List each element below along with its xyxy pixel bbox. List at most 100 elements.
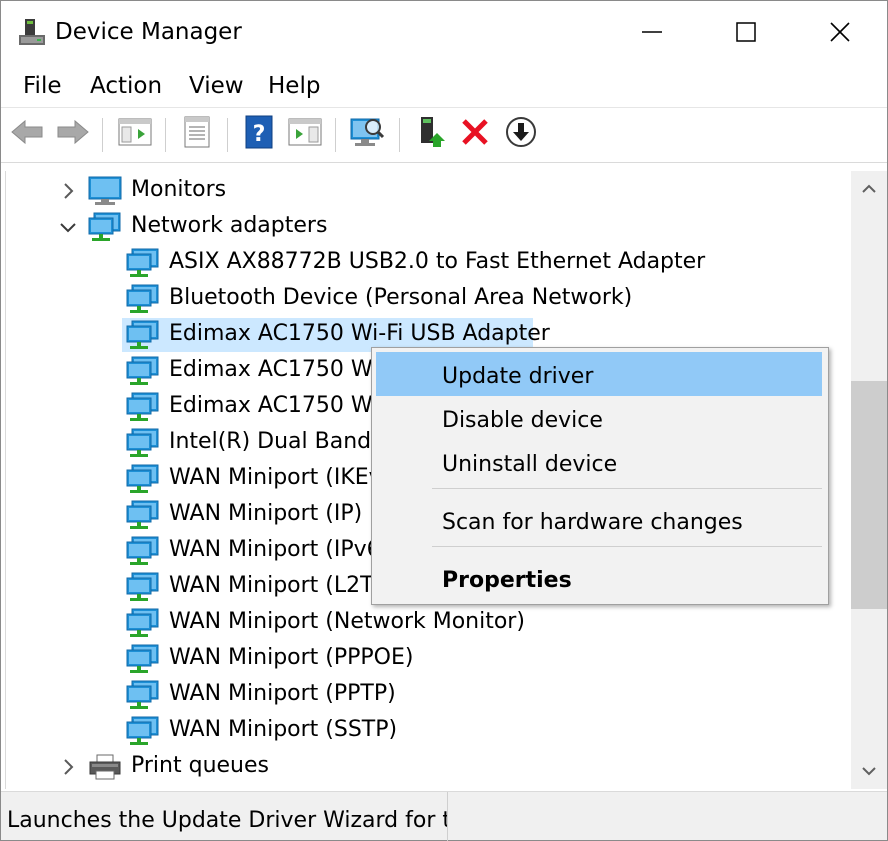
menu-file[interactable]: File — [23, 73, 62, 99]
network-adapter-icon — [126, 428, 160, 458]
device-manager-app-icon — [17, 17, 47, 49]
menu-view[interactable]: View — [189, 73, 244, 99]
tree-category-monitors[interactable]: Monitors — [6, 173, 851, 209]
menu-item-uninstall-device[interactable]: Uninstall device — [376, 440, 822, 484]
device-manager-window: Device Manager File Action View Help ? M… — [0, 0, 888, 841]
tree-category-label: Print queues — [131, 753, 269, 778]
show-action-pane-button[interactable] — [287, 116, 323, 152]
printer-icon — [88, 752, 122, 782]
network-adapter-icon — [126, 464, 160, 494]
maximize-icon — [735, 21, 757, 43]
update-driver-icon — [415, 115, 447, 153]
tree-category-network-adapters[interactable]: Network adapters — [6, 209, 851, 245]
tree-device-label: WAN Miniport (IP) — [169, 501, 363, 526]
menu-item-disable-device[interactable]: Disable device — [376, 396, 822, 440]
forward-button[interactable] — [55, 116, 91, 152]
chevron-right-icon[interactable] — [58, 181, 78, 201]
tree-device-label: Intel(R) Dual Band W — [169, 429, 400, 454]
tree-device-row[interactable]: WAN Miniport (PPPOE) — [6, 641, 851, 677]
toolbar-separator — [102, 118, 103, 152]
menu-item-label: Update driver — [442, 364, 594, 389]
menu-separator — [432, 546, 822, 547]
scrollbar-thumb[interactable] — [851, 381, 887, 609]
close-icon — [829, 21, 851, 43]
tree-category-print-queues[interactable]: Print queues — [6, 749, 851, 785]
help-icon: ? — [244, 115, 274, 153]
tree-device-label: WAN Miniport (PPTP) — [169, 681, 396, 706]
network-adapter-icon — [88, 212, 122, 242]
chevron-right-icon[interactable] — [58, 757, 78, 777]
menu-item-scan-hardware[interactable]: Scan for hardware changes — [376, 498, 822, 542]
network-adapter-icon — [126, 356, 160, 386]
network-adapter-icon — [126, 320, 160, 350]
tree-device-label: Bluetooth Device (Personal Area Network) — [169, 285, 633, 310]
tree-device-label: WAN Miniport (IKEv — [169, 465, 382, 490]
help-toolbar-button[interactable]: ? — [241, 115, 277, 153]
scan-hardware-button[interactable] — [349, 116, 385, 152]
toolbar-separator — [335, 118, 336, 152]
tree-device-label: WAN Miniport (IPv6 — [169, 537, 381, 562]
network-adapter-icon — [126, 392, 160, 422]
close-button[interactable] — [793, 1, 887, 63]
uninstall-toolbar-button[interactable] — [457, 116, 493, 152]
monitor-icon — [88, 176, 122, 206]
back-arrow-icon — [10, 119, 44, 149]
tree-device-label: WAN Miniport (L2TP — [169, 573, 387, 598]
tree-device-row[interactable]: WAN Miniport (SSTP) — [6, 713, 851, 749]
menu-action[interactable]: Action — [90, 73, 162, 99]
show-hide-console-tree-button[interactable] — [117, 116, 153, 152]
menu-item-label: Properties — [442, 568, 572, 593]
scroll-up-button[interactable] — [851, 171, 887, 207]
tree-device-label: WAN Miniport (SSTP) — [169, 717, 398, 742]
title-bar[interactable]: Device Manager — [1, 1, 887, 63]
tree-device-label: Edimax AC1750 Wi- — [169, 393, 387, 418]
status-text: Launches the Update Driver Wizard for th… — [7, 808, 447, 833]
tree-device-row[interactable]: Bluetooth Device (Personal Area Network) — [6, 281, 851, 317]
toolbar-separator — [399, 118, 400, 152]
chevron-down-icon — [861, 762, 877, 781]
network-adapter-icon — [126, 644, 160, 674]
forward-arrow-icon — [56, 119, 90, 149]
vertical-scrollbar[interactable] — [851, 171, 887, 789]
minimize-icon — [641, 21, 663, 43]
scroll-down-button[interactable] — [851, 753, 887, 789]
window-title: Device Manager — [55, 19, 242, 45]
update-driver-toolbar-button[interactable] — [413, 116, 449, 152]
tree-device-row[interactable]: ASIX AX88772B USB2.0 to Fast Ethernet Ad… — [6, 245, 851, 281]
network-adapter-icon — [126, 608, 160, 638]
menu-item-update-driver[interactable]: Update driver — [376, 352, 822, 396]
back-button[interactable] — [9, 116, 45, 152]
toolbar-separator — [165, 118, 166, 152]
network-adapter-icon — [126, 284, 160, 314]
menu-item-label: Scan for hardware changes — [442, 510, 743, 535]
network-adapter-icon — [126, 572, 160, 602]
menu-item-label: Disable device — [442, 408, 603, 433]
tree-device-row[interactable]: WAN Miniport (PPTP) — [6, 677, 851, 713]
network-adapter-icon — [126, 716, 160, 746]
minimize-button[interactable] — [605, 1, 699, 63]
status-bar: Launches the Update Driver Wizard for th… — [1, 791, 887, 841]
menu-item-label: Uninstall device — [442, 452, 618, 477]
tree-device-label: ASIX AX88772B USB2.0 to Fast Ethernet Ad… — [169, 249, 706, 274]
status-bar-divider — [447, 792, 448, 841]
network-adapter-icon — [126, 248, 160, 278]
chevron-up-icon — [861, 180, 877, 199]
properties-toolbar-button[interactable] — [179, 116, 215, 152]
tree-device-row[interactable]: WAN Miniport (Network Monitor) — [6, 605, 851, 641]
menu-bar: File Action View Help — [1, 63, 887, 107]
chevron-down-icon[interactable] — [58, 217, 78, 237]
menu-help[interactable]: Help — [268, 73, 320, 99]
network-adapter-icon — [126, 680, 160, 710]
menu-separator — [432, 488, 822, 489]
menu-item-properties[interactable]: Properties — [376, 556, 822, 600]
toolbar: ? — [1, 107, 887, 163]
tree-device-label: Edimax AC1750 Wi- — [169, 357, 387, 382]
maximize-button[interactable] — [699, 1, 793, 63]
download-driver-toolbar-button[interactable] — [503, 116, 539, 152]
tree-category-label: Monitors — [131, 177, 227, 202]
tree-device-label: WAN Miniport (PPPOE) — [169, 645, 414, 670]
context-menu: Update driver Disable device Uninstall d… — [371, 347, 829, 605]
download-driver-icon — [504, 115, 538, 153]
network-adapter-icon — [126, 536, 160, 566]
tree-device-label: WAN Miniport (Network Monitor) — [169, 609, 525, 634]
